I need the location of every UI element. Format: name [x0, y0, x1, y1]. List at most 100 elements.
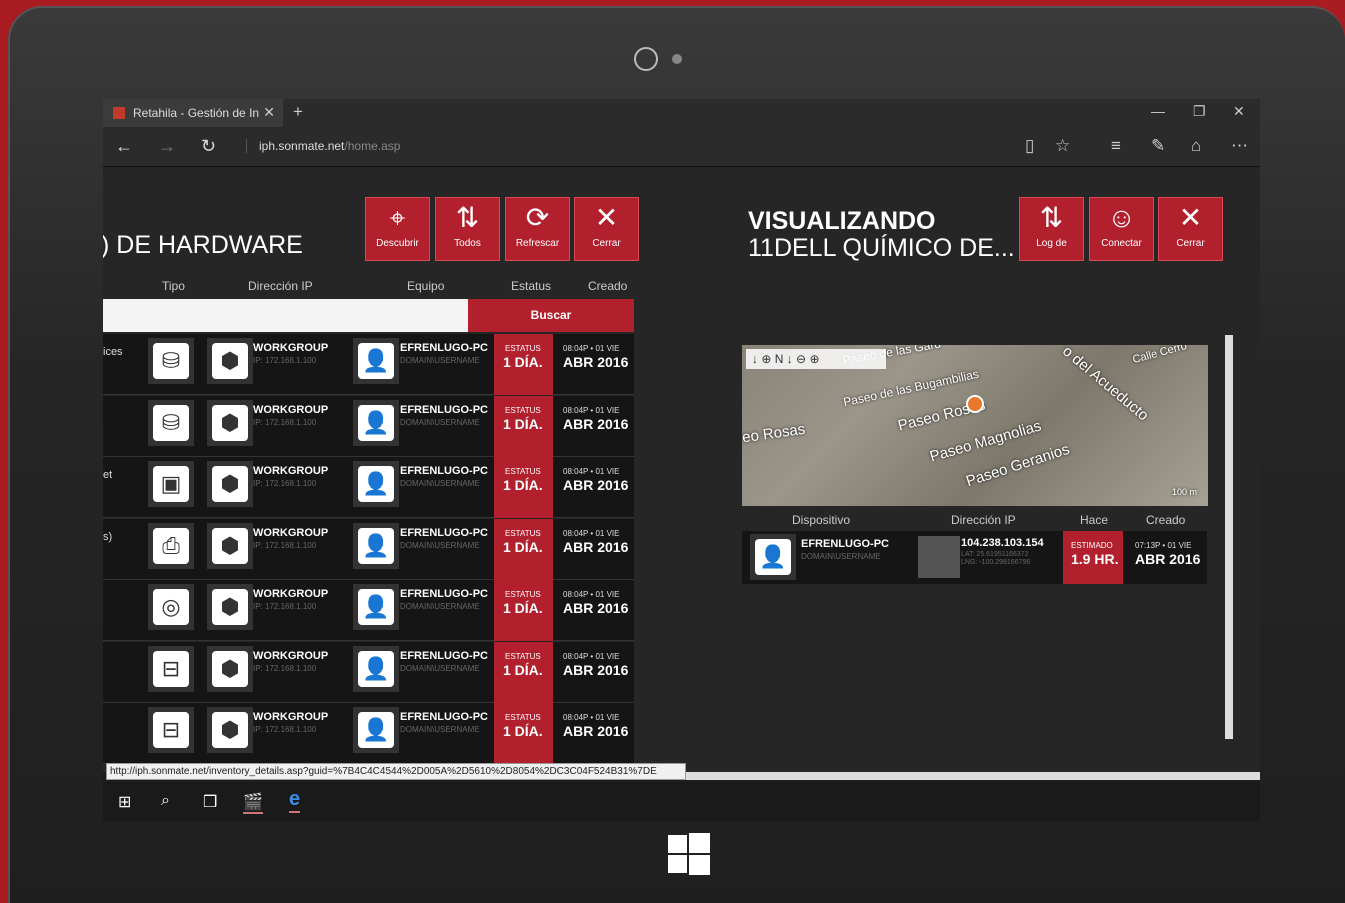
package-icon: ⬢	[212, 466, 248, 502]
web-note-icon[interactable]: ✎	[1151, 136, 1165, 156]
user-icon: 👤	[358, 650, 394, 687]
minimize-icon[interactable]: —	[1151, 103, 1165, 119]
table-row[interactable]: ⊟ ⬢ WORKGROUP IP: 172.168.1.100 👤 EFRENL…	[103, 641, 634, 703]
user-avatar: 👤	[353, 399, 399, 446]
status-badge: ESTATUS 1 DÍA.	[494, 641, 553, 703]
close-right-button[interactable]: ✕ Cerrar	[1158, 197, 1223, 261]
share-icon[interactable]: ⌂	[1191, 136, 1201, 156]
table-row[interactable]: 👤 EFRENLUGO-PC DOMAIN\USERNAME 104.238.1…	[742, 531, 1207, 584]
table-row[interactable]: ices ⛁ ⬢ WORKGROUP IP: 172.168.1.100 👤 E…	[103, 334, 634, 395]
map-controls[interactable]: ↓ ⊕ N ↓ ⊖ ⊕	[746, 349, 886, 369]
domain-label: DOMAIN\USERNAME	[400, 602, 480, 611]
package-icon: ⬢	[212, 343, 248, 379]
ip-label: IP: 172.168.1.100	[253, 725, 317, 734]
table-row[interactable]: ⛁ ⬢ WORKGROUP IP: 172.168.1.100 👤 EFRENL…	[103, 395, 634, 457]
taskbar: ⊞ ⌕ ❒ 🎬 e	[103, 782, 1260, 821]
equipo-label: EFRENLUGO-PC	[400, 342, 488, 354]
discover-button[interactable]: ⌖ Descubrir	[365, 197, 430, 261]
close-icon: ✕	[1178, 202, 1203, 233]
domain-label: DOMAIN\USERNAME	[400, 356, 480, 365]
map[interactable]: Paseo de las Gard Paseo de las Bugambili…	[742, 345, 1208, 506]
equipo-label: EFRENLUGO-PC	[400, 526, 488, 539]
sort-all-button[interactable]: ⇅ Todos	[435, 197, 500, 261]
workgroup-cell: ⬢	[207, 584, 253, 630]
tab-bar: Retahila - Gestión de In ✕ + — ❐ ✕	[103, 99, 1260, 127]
created-time: 08:04P • 01 VIE	[563, 713, 620, 722]
vertical-scrollbar[interactable]	[1225, 335, 1233, 739]
new-tab-icon[interactable]: +	[293, 102, 303, 122]
equipo-label: EFRENLUGO-PC	[400, 649, 488, 662]
refresh-button[interactable]: ⟳ Refrescar	[505, 197, 570, 261]
log-button[interactable]: ⇅ Log de	[1019, 197, 1084, 261]
media-app-icon[interactable]: 🎬	[243, 792, 263, 814]
search-button[interactable]: Buscar	[468, 299, 634, 332]
column-header-creado[interactable]: Creado	[588, 279, 627, 293]
reading-view-icon[interactable]: ▯	[1025, 136, 1034, 156]
workgroup-cell: ⬢	[207, 399, 253, 446]
task-view-icon[interactable]: ❒	[203, 792, 217, 812]
windows-logo-icon[interactable]	[668, 833, 710, 875]
forward-icon[interactable]: →	[158, 136, 176, 157]
table-row[interactable]: ◎ ⬢ WORKGROUP IP: 172.168.1.100 👤 EFRENL…	[103, 580, 634, 641]
more-icon[interactable]: ⋯	[1231, 136, 1248, 156]
viewing-title: VISUALIZANDO	[748, 207, 936, 235]
domain-label: DOMAIN\USERNAME	[400, 540, 480, 550]
type-cell: ⛁	[148, 399, 194, 446]
column-header-equipo[interactable]: Equipo	[407, 279, 444, 293]
user-avatar: 👤	[353, 522, 399, 569]
url-field[interactable]: iph.sonmate.net/home.asp	[246, 139, 400, 153]
reload-icon[interactable]: ↻	[201, 136, 216, 157]
created-time: 08:04P • 01 VIE	[563, 467, 620, 476]
status-badge: ESTATUS 1 DÍA.	[494, 334, 553, 395]
user-icon: 👤	[358, 712, 394, 748]
tab-close-icon[interactable]: ✕	[263, 104, 275, 121]
created-time: 08:04P • 01 VIE	[563, 528, 620, 538]
hard-drive-icon: ⛁	[153, 343, 189, 379]
created-time: 08:04P • 01 VIE	[563, 651, 620, 661]
workgroup-label: WORKGROUP	[253, 588, 329, 600]
sort-icon: ⇅	[455, 202, 480, 233]
column-header-ip[interactable]: Dirección IP	[248, 279, 313, 293]
window-close-icon[interactable]: ✕	[1233, 103, 1245, 120]
created-date: ABR 2016	[563, 600, 629, 616]
status-badge: ESTATUS 1 DÍA.	[494, 395, 553, 457]
package-icon: ⬢	[212, 650, 248, 687]
start-icon[interactable]: ⊞	[118, 792, 131, 812]
user-avatar: 👤	[353, 707, 399, 753]
package-icon: ⬢	[212, 527, 248, 564]
hardware-title: ) DE HARDWARE	[103, 231, 303, 259]
connect-button[interactable]: ☺ Conectar	[1089, 197, 1154, 261]
status-badge: ESTIMADO 1.9 HR.	[1063, 531, 1123, 584]
table-row[interactable]: ⊟ ⬢ WORKGROUP IP: 172.168.1.100 👤 EFRENL…	[103, 703, 634, 764]
search-input[interactable]	[103, 299, 468, 332]
table-row[interactable]: et ▣ ⬢ WORKGROUP IP: 172.168.1.100 👤 EFR…	[103, 457, 634, 518]
table-row[interactable]: s) ⎙ ⬢ WORKGROUP IP: 172.168.1.100 👤 EFR…	[103, 518, 634, 580]
hub-icon[interactable]: ≡	[1111, 136, 1121, 156]
column-header-hace[interactable]: Hace	[1080, 513, 1108, 527]
restore-icon[interactable]: ❐	[1193, 103, 1206, 120]
hard-drive-icon: ⛁	[153, 404, 189, 441]
back-icon[interactable]: ←	[115, 136, 133, 157]
connect-icon: ☺	[1107, 202, 1136, 233]
browser-tab[interactable]: Retahila - Gestión de In ✕	[103, 99, 283, 127]
column-header-creado[interactable]: Creado	[1146, 513, 1185, 527]
equipo-label: EFRENLUGO-PC	[400, 465, 488, 477]
column-header-tipo[interactable]: Tipo	[162, 279, 185, 293]
location-pin-icon[interactable]	[966, 395, 984, 413]
user-icon: 👤	[755, 539, 791, 575]
workgroup-cell: ⬢	[207, 522, 253, 569]
search-icon[interactable]: ⌕	[161, 792, 170, 810]
user-avatar: 👤	[353, 645, 399, 692]
edge-icon[interactable]: e	[289, 788, 301, 813]
column-header-dispositivo[interactable]: Dispositivo	[792, 513, 850, 527]
column-header-estatus[interactable]: Estatus	[511, 279, 551, 293]
user-icon: 👤	[358, 589, 394, 625]
type-cell: ⊟	[148, 645, 194, 692]
user-icon: 👤	[358, 404, 394, 441]
favorite-star-icon[interactable]: ☆	[1055, 136, 1070, 156]
workgroup-cell: ⬢	[207, 338, 253, 384]
close-left-button[interactable]: ✕ Cerrar	[574, 197, 639, 261]
horizontal-scrollbar[interactable]	[686, 772, 1260, 780]
column-header-ip[interactable]: Dirección IP	[951, 513, 1016, 527]
sensor-icon	[672, 54, 682, 64]
